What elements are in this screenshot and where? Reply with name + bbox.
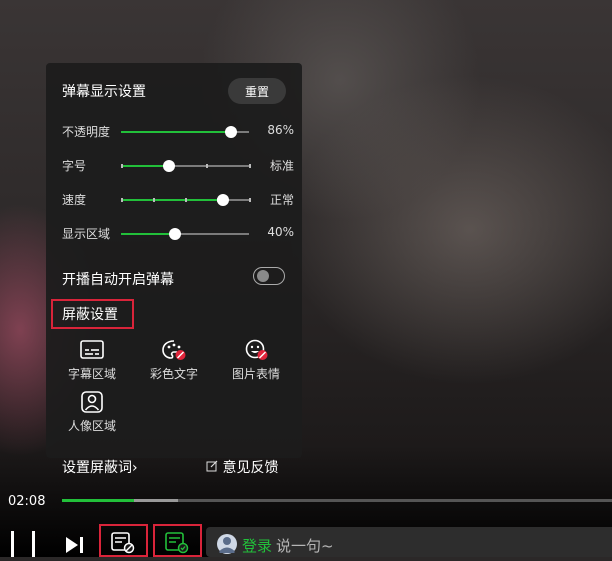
display-area-value: 40% bbox=[267, 225, 294, 239]
chat-input[interactable]: 登录 说一句~ bbox=[206, 527, 612, 557]
font-size-slider-row: 字号 标准 bbox=[62, 155, 294, 175]
display-area-slider-row: 显示区域 40% bbox=[62, 223, 294, 243]
block-emoji-option[interactable]: 图片表情 bbox=[221, 339, 291, 383]
font-size-value: 标准 bbox=[269, 159, 294, 173]
danmaku-settings-panel: 弹幕显示设置 重置 不透明度 86% 字号 标准 速度 正常 显示区域 40% bbox=[46, 63, 302, 476]
emoji-icon bbox=[245, 339, 268, 360]
block-color-text-label: 彩色文字 bbox=[149, 367, 198, 381]
reset-button[interactable]: 重置 bbox=[228, 78, 286, 104]
feedback-label: 意见反馈 bbox=[222, 460, 279, 476]
opacity-value: 86% bbox=[267, 123, 294, 137]
speed-slider-fill bbox=[121, 199, 224, 201]
login-link[interactable]: 登录 bbox=[242, 535, 272, 556]
feedback-button[interactable]: 意见反馈 bbox=[206, 457, 278, 477]
speed-slider-row: 速度 正常 bbox=[62, 189, 294, 209]
block-subtitle-area-label: 字幕区域 bbox=[67, 367, 116, 381]
slider-tick bbox=[185, 198, 187, 202]
slider-tick bbox=[249, 198, 251, 202]
chat-placeholder: 说一句~ bbox=[276, 537, 334, 555]
slider-tick bbox=[153, 198, 155, 202]
auto-danmaku-toggle[interactable] bbox=[253, 267, 285, 285]
font-size-slider-fill bbox=[121, 165, 169, 167]
avatar-icon bbox=[217, 534, 237, 554]
danmaku-settings-icon bbox=[111, 532, 135, 554]
opacity-slider-knob[interactable] bbox=[225, 126, 238, 138]
font-size-label: 字号 bbox=[62, 159, 87, 173]
next-button[interactable] bbox=[64, 535, 86, 559]
auto-danmaku-label: 开播自动开启弹幕 bbox=[62, 272, 174, 288]
block-settings-title: 屏蔽设置 bbox=[51, 299, 134, 329]
slider-tick bbox=[121, 198, 123, 202]
block-words-link[interactable]: 设置屏蔽词› bbox=[62, 457, 138, 477]
danmaku-settings-button[interactable] bbox=[99, 524, 148, 557]
font-size-slider-knob[interactable] bbox=[163, 160, 175, 172]
block-portrait-area-option[interactable]: 人像区域 bbox=[57, 391, 127, 435]
speed-slider[interactable] bbox=[121, 194, 251, 206]
opacity-slider-fill bbox=[121, 131, 232, 133]
slider-tick bbox=[206, 164, 209, 168]
display-area-label: 显示区域 bbox=[62, 227, 111, 241]
slider-tick bbox=[121, 164, 123, 168]
played-bar bbox=[62, 499, 134, 502]
block-portrait-area-label: 人像区域 bbox=[67, 419, 116, 433]
display-area-slider-fill bbox=[121, 233, 175, 235]
display-area-slider-knob[interactable] bbox=[168, 228, 181, 240]
danmaku-on-icon bbox=[165, 532, 189, 554]
current-time: 02:08 bbox=[8, 494, 46, 509]
block-words-label: 设置屏蔽词 bbox=[62, 460, 132, 476]
opacity-label: 不透明度 bbox=[62, 125, 111, 139]
slider-tick bbox=[249, 164, 251, 168]
pause-icon bbox=[11, 531, 35, 557]
speed-value: 正常 bbox=[269, 193, 294, 207]
block-emoji-label: 图片表情 bbox=[231, 367, 280, 381]
speed-label: 速度 bbox=[62, 193, 87, 207]
progress-bar[interactable] bbox=[62, 499, 612, 502]
block-color-text-option[interactable]: 彩色文字 bbox=[139, 339, 209, 383]
subtitle-area-icon bbox=[80, 340, 104, 359]
font-size-slider[interactable] bbox=[121, 160, 251, 172]
block-subtitle-area-option[interactable]: 字幕区域 bbox=[57, 339, 127, 383]
chevron-right-icon: › bbox=[132, 460, 138, 476]
display-area-slider[interactable] bbox=[121, 228, 249, 240]
toggle-knob bbox=[257, 270, 269, 282]
color-text-icon bbox=[162, 340, 186, 360]
panel-title: 弹幕显示设置 bbox=[62, 84, 146, 100]
danmaku-toggle-button[interactable] bbox=[153, 524, 202, 557]
next-icon bbox=[66, 537, 83, 553]
speed-slider-knob[interactable] bbox=[217, 194, 230, 206]
edit-icon bbox=[206, 460, 218, 472]
portrait-area-icon bbox=[81, 391, 103, 413]
opacity-slider[interactable] bbox=[121, 126, 249, 138]
opacity-slider-row: 不透明度 86% bbox=[62, 121, 294, 141]
